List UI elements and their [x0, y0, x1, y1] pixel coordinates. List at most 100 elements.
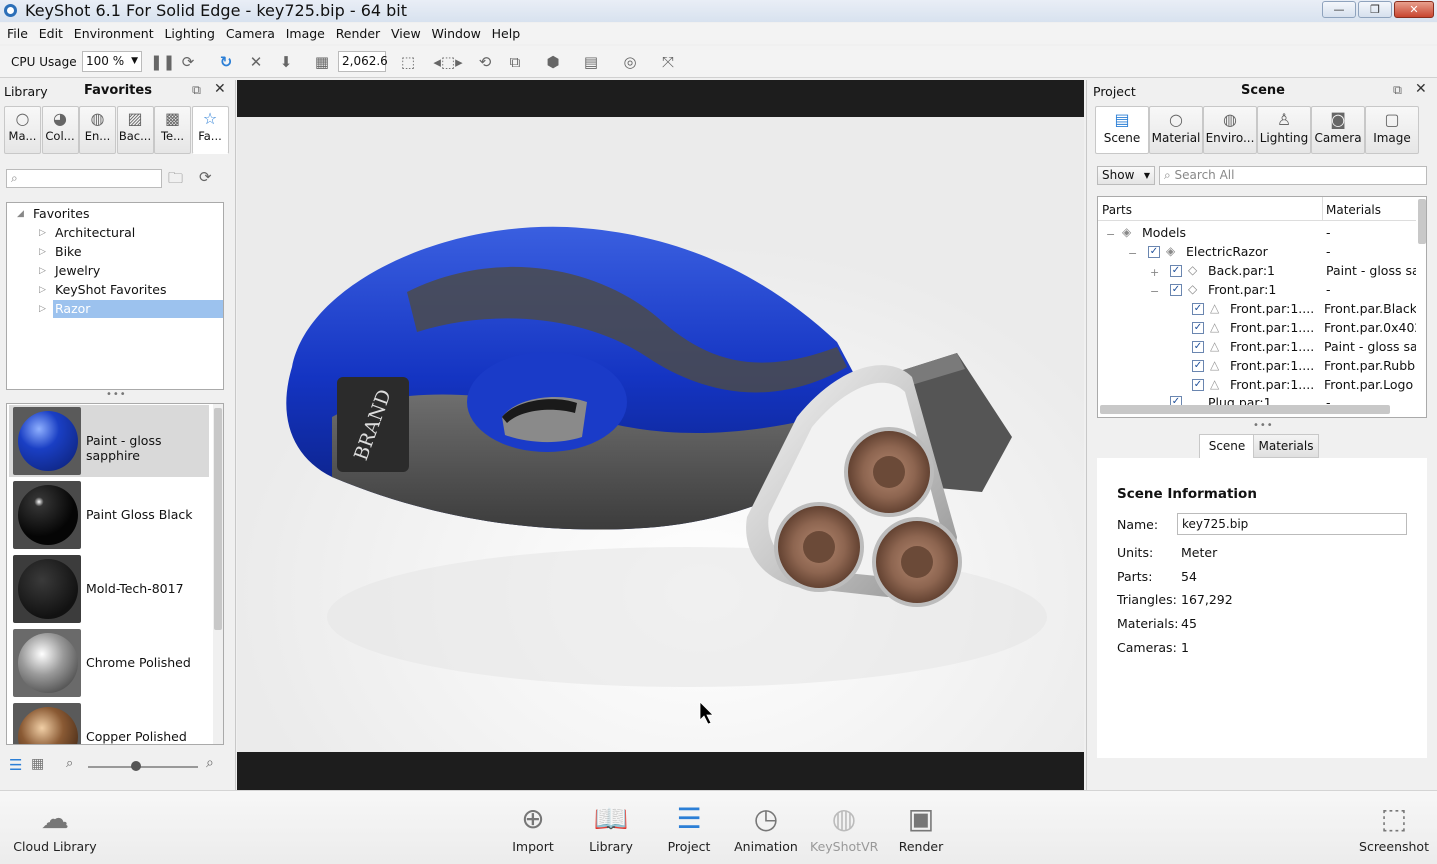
tree-item-bike[interactable]: Bike — [55, 244, 82, 259]
zoom-out-icon[interactable]: ⌕ — [66, 756, 73, 771]
show-dropdown[interactable]: Show ▼ — [1097, 166, 1155, 185]
viewport-icon[interactable]: ▤ — [583, 54, 599, 70]
import-button[interactable]: ⊕ Import — [504, 799, 562, 854]
library-button[interactable]: 📖 Library — [582, 799, 640, 854]
close-icon[interactable]: ✕ — [214, 81, 226, 97]
horizontal-scrollbar-thumb[interactable] — [1100, 405, 1390, 414]
menu-image[interactable]: Image — [279, 23, 325, 41]
visibility-checkbox[interactable]: ✓ — [1192, 303, 1204, 315]
expand-arrow-icon[interactable]: ▷ — [39, 266, 46, 276]
tree-row-front-sub-4[interactable]: Front.par:1.... — [1230, 358, 1314, 373]
thumbnail-size-slider[interactable] — [88, 761, 198, 771]
collapse-icon[interactable]: − — [1128, 247, 1137, 260]
visibility-checkbox[interactable]: ✓ — [1170, 396, 1182, 405]
cloud-library-button[interactable]: ☁ Cloud Library — [10, 799, 100, 854]
tab-lighting[interactable]: ♙ Lighting — [1257, 106, 1311, 154]
menu-help[interactable]: Help — [485, 23, 521, 41]
pause-icon[interactable]: ❚❚ — [150, 54, 175, 70]
tab-image[interactable]: ▢ Image — [1365, 106, 1419, 154]
collapse-icon[interactable]: − — [1150, 285, 1159, 298]
expand-icon[interactable]: ◢ — [17, 209, 24, 219]
tree-root-favorites[interactable]: Favorites — [33, 206, 89, 221]
tab-camera[interactable]: ◙ Camera — [1311, 106, 1365, 154]
tree-row-models[interactable]: Models — [1142, 225, 1186, 240]
scrollbar-thumb[interactable] — [1418, 199, 1426, 244]
collapse-icon[interactable]: − — [1106, 228, 1115, 241]
column-header-parts[interactable]: Parts — [1102, 203, 1132, 217]
tab-material[interactable]: ○ Material — [1149, 106, 1203, 154]
scrollbar[interactable] — [213, 404, 223, 744]
tree-row-front-sub-2[interactable]: Front.par:1.... — [1230, 320, 1314, 335]
region-icon[interactable]: ▦ — [314, 54, 330, 70]
geometry-icon[interactable]: ⤧ — [660, 54, 676, 70]
splitter-handle[interactable]: ••• — [1253, 420, 1274, 431]
slider-handle[interactable] — [131, 761, 141, 771]
tab-environment[interactable]: ◍ Enviro... — [1203, 106, 1257, 154]
minimize-button[interactable]: — — [1322, 1, 1356, 18]
menu-view[interactable]: View — [384, 23, 421, 41]
rotate-icon[interactable]: ⟲ — [477, 54, 493, 70]
list-view-icon[interactable]: ☰ — [9, 756, 22, 774]
scrollbar-thumb[interactable] — [214, 408, 222, 630]
scene-search-input[interactable]: ⌕ Search All — [1159, 166, 1427, 185]
subtab-materials[interactable]: Materials — [1253, 434, 1319, 458]
maximize-button[interactable]: ❐ — [1358, 1, 1392, 18]
undock-icon[interactable]: ⧉ — [1393, 82, 1402, 98]
visibility-checkbox[interactable]: ✓ — [1192, 379, 1204, 391]
menu-window[interactable]: Window — [425, 23, 481, 41]
project-button[interactable]: ☰ Project — [660, 799, 718, 854]
refresh-icon[interactable]: ⟳ — [199, 168, 212, 186]
tab-colors[interactable]: ◕ Col... — [41, 106, 79, 154]
shield-icon[interactable]: ⬢ — [545, 54, 561, 70]
grid-view-icon[interactable]: ▦ — [31, 756, 44, 772]
visibility-checkbox[interactable]: ✓ — [1170, 284, 1182, 296]
expand-icon[interactable]: + — [1150, 266, 1159, 279]
cpu-usage-select[interactable]: 100 % ▼ — [82, 51, 142, 72]
material-mold-tech-8017[interactable]: Mold-Tech-8017 — [9, 553, 209, 625]
tree-row-plug-par[interactable]: ✓ Plug.par:1 - — [1098, 395, 1426, 405]
resolution-field[interactable]: 2,062.6 — [338, 51, 388, 72]
close-button[interactable]: ✕ — [1394, 1, 1434, 18]
column-header-materials[interactable]: Materials — [1326, 203, 1381, 217]
refresh-icon[interactable]: ↻ — [218, 54, 234, 70]
zoom-in-icon[interactable]: ⌕ — [206, 755, 214, 771]
menu-edit[interactable]: Edit — [32, 23, 63, 41]
tree-row-front-sub-5[interactable]: Front.par:1.... — [1230, 377, 1314, 392]
render-button[interactable]: ▣ Render — [892, 799, 950, 854]
splitter-handle[interactable]: ••• — [106, 389, 127, 400]
zoom-region-icon[interactable]: ⬚ — [400, 54, 416, 70]
material-paint-gloss-sapphire[interactable]: Paint - gloss sapphire — [9, 405, 209, 477]
visibility-checkbox[interactable]: ✓ — [1192, 322, 1204, 334]
tab-favorites[interactable]: ☆ Fa... — [191, 106, 229, 154]
expand-arrow-icon[interactable]: ▷ — [39, 304, 46, 314]
tab-textures[interactable]: ▩ Te... — [154, 106, 191, 154]
folder-icon[interactable]: 🗀 — [168, 168, 183, 193]
material-chrome-polished[interactable]: Chrome Polished — [9, 627, 209, 699]
visibility-checkbox[interactable]: ✓ — [1170, 265, 1182, 277]
tree-row-front-sub-3[interactable]: Front.par:1.... — [1230, 339, 1314, 354]
tab-environments[interactable]: ◍ En... — [79, 106, 116, 154]
camera-step-icon[interactable]: ◂⬚▸ — [428, 54, 468, 70]
menu-lighting[interactable]: Lighting — [157, 23, 215, 41]
undock-icon[interactable]: ⧉ — [192, 82, 201, 98]
pig-icon[interactable]: ◎ — [622, 54, 638, 70]
visibility-checkbox[interactable]: ✓ — [1192, 360, 1204, 372]
set-down-icon[interactable]: ⬇ — [278, 54, 294, 70]
material-paint-gloss-black[interactable]: Paint Gloss Black — [9, 479, 209, 551]
tree-row-front-par[interactable]: Front.par:1 — [1208, 282, 1276, 297]
screenshot-button[interactable]: ⬚ Screenshot — [1356, 799, 1432, 854]
library-search-input[interactable]: ⌕ — [6, 169, 162, 188]
material-copper-polished[interactable]: Copper Polished — [9, 701, 209, 744]
tab-materials[interactable]: ○ Ma... — [4, 106, 41, 154]
fit-view-icon[interactable]: ✕ — [248, 54, 264, 70]
performance-mode-icon[interactable]: ⟳ — [180, 54, 196, 70]
visibility-checkbox[interactable]: ✓ — [1192, 341, 1204, 353]
copy-icon[interactable]: ⧉ — [507, 54, 523, 70]
tab-backplates[interactable]: ▨ Bac... — [116, 106, 154, 154]
tree-item-razor[interactable]: Razor — [53, 300, 223, 318]
keyshotvr-button[interactable]: ◍ KeyShotVR — [810, 799, 878, 854]
expand-arrow-icon[interactable]: ▷ — [39, 247, 46, 257]
tree-row-back-par[interactable]: Back.par:1 — [1208, 263, 1275, 278]
close-icon[interactable]: ✕ — [1415, 81, 1427, 97]
tree-item-jewelry[interactable]: Jewelry — [55, 263, 100, 278]
